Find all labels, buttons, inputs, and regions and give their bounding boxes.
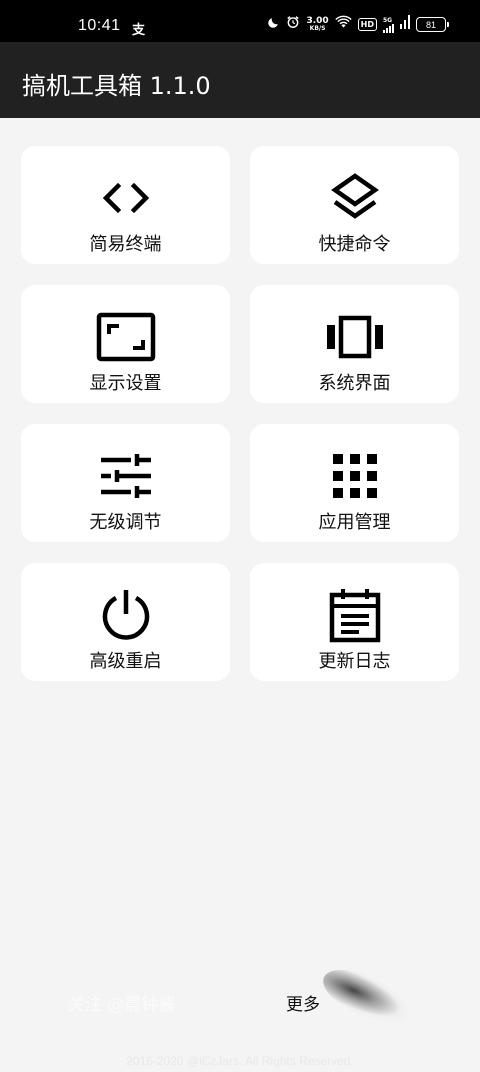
- network-type: 5G: [383, 16, 393, 24]
- display-settings-label: 显示设置: [89, 373, 162, 394]
- hd-badge: HD: [357, 18, 377, 31]
- net-speed-unit: KB/S: [309, 24, 326, 32]
- net-speed-value: 3.00: [306, 15, 329, 26]
- signal-bars-icon: [383, 23, 394, 33]
- status-time: 10:41: [78, 17, 121, 34]
- app-management-label: 应用管理: [318, 512, 391, 533]
- changelog-label: 更新日志: [318, 651, 391, 672]
- alipay-notification-icon: 支: [132, 23, 146, 38]
- copyright-text: 2016-2020 @iCzJars. All Rights Reserved.: [126, 1054, 354, 1068]
- cell-signal: 5G: [383, 17, 394, 33]
- battery-icon: 81: [416, 17, 449, 32]
- wifi-icon: [334, 15, 352, 34]
- net-speed: 3.00 KB/S: [306, 15, 329, 32]
- app-title: 搞机工具箱 1.1.0: [22, 72, 211, 100]
- signal-icon: [400, 15, 410, 34]
- code-brackets-icon: [94, 166, 158, 230]
- stepless-adjust-card[interactable]: 无级调节: [21, 424, 230, 542]
- power-icon: [94, 583, 158, 647]
- display-settings-card[interactable]: 显示设置: [21, 285, 230, 403]
- carousel-icon: [323, 305, 387, 369]
- quick-commands-label: 快捷命令: [318, 234, 391, 255]
- app-bar: 搞机工具箱 1.1.0: [0, 42, 480, 118]
- stepless-adjust-label: 无级调节: [89, 512, 162, 533]
- sliders-icon: [94, 444, 158, 508]
- alarm-icon: [286, 15, 300, 34]
- app-management-card[interactable]: 应用管理: [250, 424, 459, 542]
- advanced-reboot-card[interactable]: 高级重启: [21, 563, 230, 681]
- follow-author-link[interactable]: 关注 @晨钟酱: [68, 990, 175, 1015]
- quick-commands-card[interactable]: 快捷命令: [250, 146, 459, 264]
- status-icons: 3.00 KB/S HD 5G 81: [267, 15, 449, 34]
- terminal-label: 简易终端: [89, 234, 162, 255]
- battery-level: 81: [425, 19, 436, 30]
- advanced-reboot-label: 高级重启: [89, 651, 162, 672]
- system-ui-card[interactable]: 系统界面: [250, 285, 459, 403]
- apps-grid-icon: [323, 444, 387, 508]
- changelog-card[interactable]: 更新日志: [250, 563, 459, 681]
- screen-frame-icon: [94, 305, 158, 369]
- status-bar: 10:41 支 3.00 KB/S HD 5G 81: [0, 0, 480, 42]
- layers-icon: [323, 166, 387, 230]
- more-link[interactable]: 更多: [286, 990, 320, 1015]
- calendar-notes-icon: [323, 583, 387, 647]
- terminal-card[interactable]: 简易终端: [21, 146, 230, 264]
- touch-smudge: [315, 959, 417, 1033]
- moon-icon: [267, 16, 280, 34]
- system-ui-label: 系统界面: [318, 373, 391, 394]
